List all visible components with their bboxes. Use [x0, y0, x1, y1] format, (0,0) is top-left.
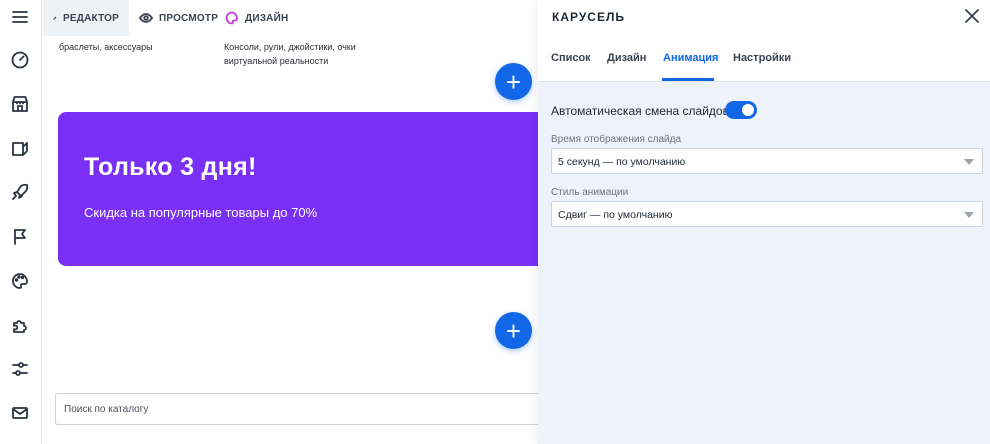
design-mode-label: ДИЗАЙН [245, 12, 289, 24]
animation-style-value: Сдвиг — по умолчанию [558, 209, 673, 221]
slide-time-select[interactable]: 5 секунд — по умолчанию [551, 148, 983, 174]
eye-icon [139, 13, 153, 23]
category-description-right-line2: виртуальной реальности [224, 56, 329, 66]
pencil-icon [53, 16, 57, 20]
carousel-settings-panel: КАРУСЕЛЬ Список Дизайн Анимация Настройк… [538, 0, 990, 444]
add-block-button-lower[interactable]: + [495, 312, 532, 349]
design-mode-tab[interactable]: ДИЗАЙН [215, 0, 298, 36]
banner-subtitle: Скидка на популярные товары до 70% [84, 205, 318, 220]
editor-mode-label: РЕДАКТОР [63, 12, 119, 24]
category-description-right-line1: Консоли, рули, джойстики, очки [224, 42, 356, 52]
preview-mode-tab[interactable]: ПРОСМОТР [129, 0, 228, 36]
tab-list[interactable]: Список [551, 52, 591, 64]
tab-settings[interactable]: Настройки [733, 52, 791, 64]
slide-time-label: Время отображения слайда [551, 134, 682, 145]
panel-title: КАРУСЕЛЬ [552, 10, 626, 24]
autoplay-toggle[interactable] [725, 101, 757, 119]
chevron-down-icon [964, 212, 974, 218]
catalog-search-input[interactable] [56, 394, 538, 424]
editor-mode-tab[interactable]: РЕДАКТОР [43, 0, 129, 36]
store-icon[interactable] [9, 93, 31, 115]
chevron-down-icon [964, 159, 974, 165]
slide-time-value: 5 секунд — по умолчанию [558, 156, 686, 168]
dashboard-icon[interactable] [9, 49, 31, 71]
add-block-button[interactable]: + [495, 63, 532, 100]
sliders-icon[interactable] [9, 358, 31, 380]
tab-animation[interactable]: Анимация [663, 52, 718, 64]
app-root: РЕДАКТОР ПРОСМОТР ДИЗАЙН браслеты, аксес… [0, 0, 990, 444]
animation-style-select[interactable]: Сдвиг — по умолчанию [551, 201, 983, 227]
close-panel-button[interactable] [962, 6, 982, 26]
plus-icon: + [505, 66, 522, 97]
puzzle-icon[interactable] [9, 314, 31, 336]
left-icon-rail [0, 0, 42, 444]
plus-icon: + [505, 315, 522, 346]
flag-icon[interactable] [9, 226, 31, 248]
menu-icon[interactable] [9, 6, 31, 28]
panel-header: КАРУСЕЛЬ Список Дизайн Анимация Настройк… [538, 0, 990, 82]
autoplay-label: Автоматическая смена слайдов [551, 104, 729, 118]
palette-color-icon [225, 11, 238, 25]
toggle-knob [742, 104, 754, 116]
category-description-left: браслеты, аксессуары [59, 42, 153, 52]
carousel-banner-slide[interactable]: Только 3 дня! Скидка на популярные товар… [58, 112, 538, 266]
active-tab-indicator [662, 78, 714, 81]
mail-icon[interactable] [9, 402, 31, 424]
preview-mode-label: ПРОСМОТР [159, 12, 219, 24]
mode-toolbar: РЕДАКТОР ПРОСМОТР ДИЗАЙН [43, 0, 538, 36]
close-icon [965, 9, 979, 23]
tab-design[interactable]: Дизайн [607, 52, 646, 64]
editor-canvas: браслеты, аксессуары Консоли, рули, джой… [43, 36, 538, 444]
palette-icon[interactable] [9, 270, 31, 292]
banner-title: Только 3 дня! [84, 153, 257, 181]
rocket-icon[interactable] [9, 181, 31, 203]
catalog-icon[interactable] [9, 137, 31, 159]
animation-style-label: Стиль анимации [551, 187, 629, 198]
catalog-search-field[interactable] [55, 393, 538, 425]
